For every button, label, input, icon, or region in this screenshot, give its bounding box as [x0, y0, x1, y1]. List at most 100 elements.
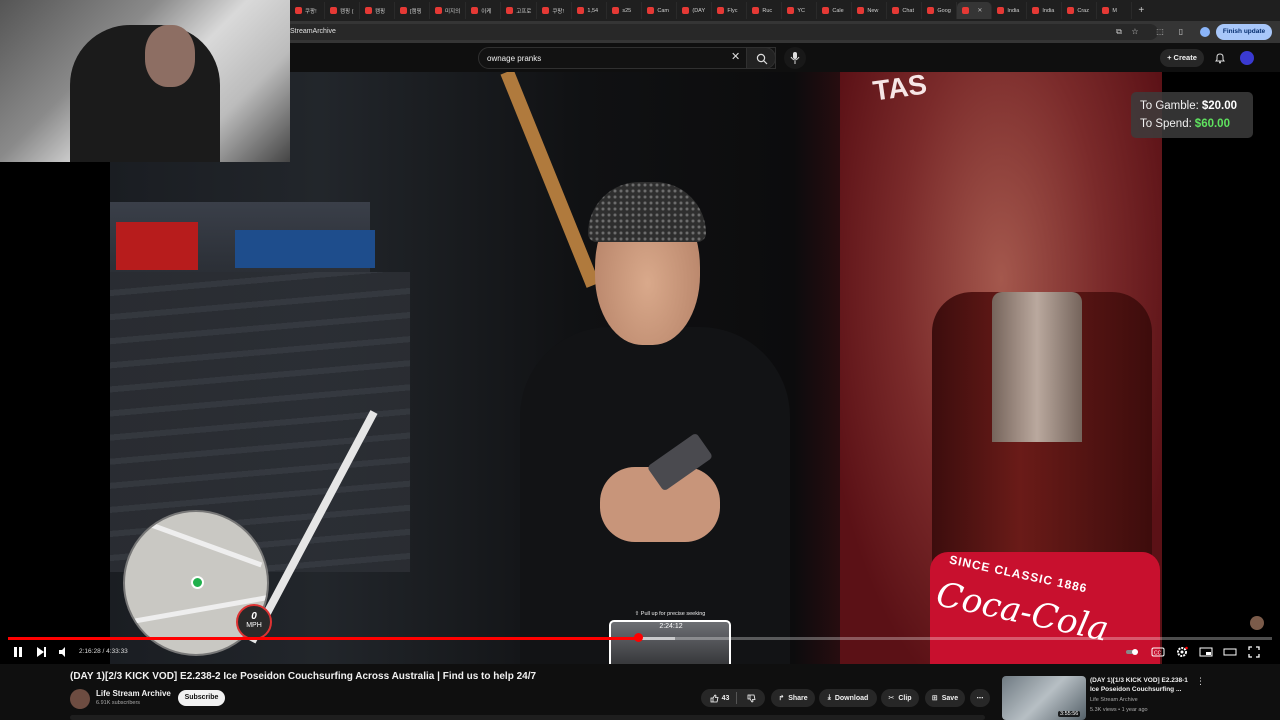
extensions-icon[interactable]: ⬚	[1155, 27, 1165, 37]
settings-gear-icon[interactable]	[1175, 645, 1189, 659]
browser-tab[interactable]: [캠핑	[395, 2, 430, 19]
spend-label: To Spend:	[1140, 118, 1192, 130]
install-icon[interactable]: ⧉	[1114, 27, 1124, 37]
browser-tab[interactable]: Goog	[922, 2, 958, 19]
tab-label: YC	[797, 7, 806, 14]
tab-close-icon[interactable]: ✕	[977, 7, 982, 14]
profile-avatar[interactable]	[1200, 27, 1210, 37]
tab-favicon-icon	[365, 7, 372, 14]
create-label: Create	[1173, 53, 1197, 62]
tab-favicon-icon	[542, 7, 550, 14]
tab-favicon-icon	[435, 7, 442, 14]
autoplay-toggle-icon[interactable]	[1125, 645, 1139, 659]
save-icon: ⊞	[931, 695, 938, 702]
browser-tab[interactable]: 1,54	[572, 2, 608, 19]
like-divider	[736, 692, 737, 704]
browser-tab[interactable]: Ruc	[747, 2, 783, 19]
miniplayer-icon[interactable]	[1199, 645, 1213, 659]
download-button[interactable]: ⤓ Download	[819, 689, 877, 707]
subscribe-button[interactable]: Subscribe	[178, 690, 225, 706]
gamble-label: To Gamble:	[1140, 100, 1199, 112]
tab-label: 고프로	[516, 8, 532, 15]
theater-mode-icon[interactable]	[1223, 645, 1237, 659]
browser-tab[interactable]: 이케	[466, 2, 502, 19]
duration: 4:33:33	[106, 648, 128, 655]
browser-tab[interactable]: Chat	[887, 2, 923, 19]
clip-button[interactable]: ✂ Clip	[881, 689, 919, 707]
search-icon	[756, 53, 768, 65]
search-button[interactable]	[746, 47, 776, 69]
download-icon: ⤓	[827, 694, 831, 701]
notifications-bell-icon[interactable]	[1214, 52, 1226, 64]
clear-search-icon[interactable]: ✕	[731, 50, 740, 63]
next-icon[interactable]	[34, 645, 48, 659]
browser-tab[interactable]: 쿠팡!	[537, 2, 573, 19]
browser-tab[interactable]: Cale	[817, 2, 853, 19]
browser-tab[interactable]: 캠핑	[360, 2, 395, 19]
browser-tab[interactable]: India	[992, 2, 1028, 19]
pause-icon[interactable]	[11, 645, 25, 659]
voice-search-button[interactable]	[784, 47, 806, 69]
location-marker-icon	[191, 576, 204, 589]
share-button[interactable]: ↱ Share	[771, 689, 815, 707]
recommended-channel[interactable]: Life Stream Archive	[1090, 697, 1138, 703]
address-bar[interactable]: StreamArchive	[284, 24, 1158, 40]
subscriber-count: 6.91K subscribers	[96, 700, 141, 706]
tab-label: 이케	[481, 8, 492, 15]
channel-name[interactable]: Life Stream Archive	[96, 689, 171, 698]
thumbs-up-icon	[710, 694, 719, 702]
volume-icon[interactable]	[57, 645, 71, 659]
description-box[interactable]	[70, 715, 985, 720]
browser-tab[interactable]: Flyc	[712, 2, 748, 19]
person-cap-image	[588, 182, 706, 242]
fullscreen-icon[interactable]	[1247, 645, 1261, 659]
browser-tab[interactable]: 고프로	[501, 2, 538, 19]
like-count: 43	[721, 694, 730, 702]
tab-label: 쿠팡!	[305, 8, 317, 15]
browser-tab[interactable]: s25	[607, 2, 643, 19]
browser-tab[interactable]: 캠핑 (	[325, 2, 360, 19]
browser-tab[interactable]: 미지의	[430, 2, 467, 19]
browser-tab[interactable]: 쿠팡!	[290, 2, 325, 19]
create-button[interactable]: + Create	[1160, 49, 1204, 67]
tab-label: India	[1042, 7, 1055, 14]
browser-tab[interactable]: M	[1097, 2, 1133, 19]
speedometer: 0 MPH	[236, 604, 272, 640]
tab-favicon-icon	[1032, 7, 1040, 14]
browser-tab[interactable]: YC	[782, 2, 818, 19]
tab-label: (DAY	[692, 7, 706, 14]
channel-watermark[interactable]	[1250, 616, 1264, 630]
browser-tab[interactable]: ✕	[957, 2, 993, 19]
save-button[interactable]: ⊞ Save	[925, 689, 965, 707]
tab-favicon-icon	[857, 7, 865, 14]
browser-tab[interactable]: Craz	[1062, 2, 1098, 19]
more-icon: ⋯	[976, 695, 984, 702]
tab-favicon-icon	[962, 7, 970, 14]
tab-favicon-icon	[1067, 7, 1075, 14]
browser-tab[interactable]: Cam	[642, 2, 678, 19]
shelf-product	[116, 222, 198, 270]
finish-update-button[interactable]: Finish update	[1216, 24, 1272, 40]
channel-avatar[interactable]	[70, 689, 90, 709]
account-avatar[interactable]	[1240, 51, 1254, 65]
recommended-video-title[interactable]: (DAY 1)[1/3 KICK VOD] E2.238-1 Ice Posei…	[1090, 676, 1195, 694]
tab-favicon-icon	[330, 7, 337, 14]
more-actions-button[interactable]: ⋯	[970, 689, 990, 707]
tab-favicon-icon	[471, 7, 479, 14]
browser-tab[interactable]: (DAY	[677, 2, 713, 19]
tab-favicon-icon	[822, 7, 830, 14]
sidebar-icon[interactable]: ▯	[1176, 27, 1186, 37]
more-vert-icon[interactable]: ⋮	[1196, 676, 1205, 687]
tab-favicon-icon	[612, 7, 620, 14]
svg-text:CC: CC	[1154, 651, 1162, 657]
scissors-icon: ✂	[888, 695, 895, 702]
captions-icon[interactable]: CC	[1151, 645, 1165, 659]
browser-tab[interactable]: New	[852, 2, 888, 19]
thumbs-down-icon[interactable]	[747, 694, 756, 703]
bookmark-star-icon[interactable]: ☆	[1130, 27, 1140, 37]
like-button[interactable]: 43	[710, 694, 730, 703]
wooden-stick-image	[500, 72, 600, 288]
new-tab-button[interactable]: +	[1138, 5, 1144, 16]
money-overlay: To Gamble: $20.00 To Spend: $60.00	[1131, 92, 1253, 138]
browser-tab[interactable]: India	[1027, 2, 1063, 19]
